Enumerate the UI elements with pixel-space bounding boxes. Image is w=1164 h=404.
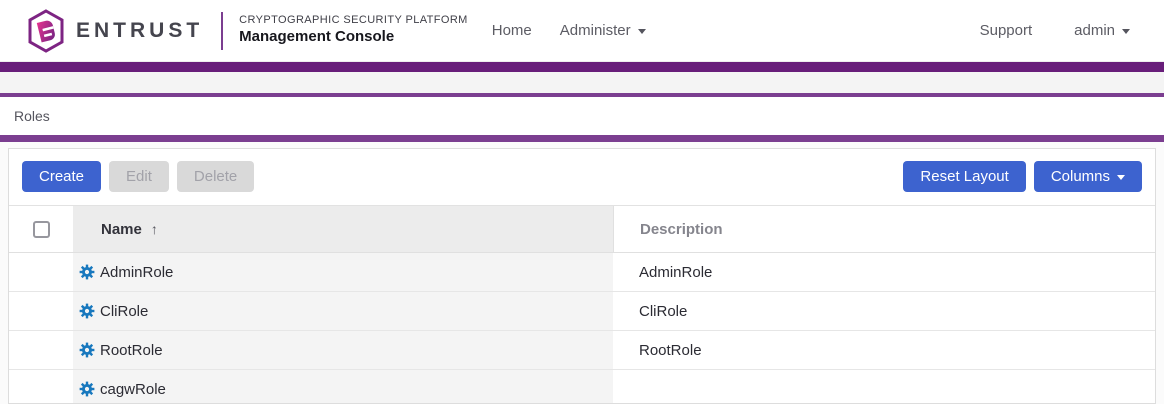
role-gear-icon [79,342,95,358]
row-checkbox-cell [9,331,73,369]
main-nav: Home Administer [492,22,646,39]
sort-ascending-icon: ↑ [151,221,158,237]
app-header: ENTRUST CRYPTOGRAPHIC SECURITY PLATFORM … [0,0,1164,62]
columns-button[interactable]: Columns [1034,161,1142,192]
column-header-name[interactable]: Name ↑ [73,206,613,252]
table-row[interactable]: AdminRole AdminRole [9,253,1155,292]
breadcrumb: Roles [0,97,1164,135]
role-gear-icon [79,264,95,280]
create-button[interactable]: Create [22,161,101,192]
product-title: CRYPTOGRAPHIC SECURITY PLATFORM Manageme… [239,14,468,47]
row-checkbox-cell [9,370,73,404]
platform-line: CRYPTOGRAPHIC SECURITY PLATFORM [239,14,468,28]
role-name: AdminRole [100,264,173,281]
role-name: cagwRole [100,381,166,398]
chevron-down-icon [1117,175,1125,180]
user-menu[interactable]: admin [1074,22,1130,39]
nav-home[interactable]: Home [492,22,532,39]
roles-panel: Create Edit Delete Reset Layout Columns … [8,148,1156,404]
page-content: Create Edit Delete Reset Layout Columns … [0,142,1164,404]
table-row[interactable]: CliRole CliRole [9,292,1155,331]
roles-toolbar: Create Edit Delete Reset Layout Columns [9,149,1155,205]
role-name: CliRole [100,303,148,320]
role-name: RootRole [100,342,163,359]
table-row[interactable]: cagwRole [9,370,1155,404]
role-gear-icon [79,381,95,397]
table-row[interactable]: RootRole RootRole [9,331,1155,370]
row-checkbox-cell [9,253,73,291]
purple-band-top [0,62,1164,72]
column-header-description[interactable]: Description [613,206,1155,252]
entrust-logo-icon [26,9,66,53]
table-header-row: Name ↑ Description [9,205,1155,253]
role-description: AdminRole [639,264,712,281]
role-description: RootRole [639,342,702,359]
product-line: Management Console [239,28,468,47]
header-checkbox-cell [9,206,73,252]
reset-layout-button[interactable]: Reset Layout [903,161,1025,192]
nav-administer[interactable]: Administer [560,22,646,39]
role-description: CliRole [639,303,687,320]
select-all-checkbox[interactable] [33,221,50,238]
header-right-nav: Support admin [980,22,1130,39]
row-checkbox-cell [9,292,73,330]
chevron-down-icon [638,29,646,34]
purple-band-bottom [0,135,1164,142]
delete-button[interactable]: Delete [177,161,254,192]
role-gear-icon [79,303,95,319]
nav-support[interactable]: Support [980,22,1033,39]
chevron-down-icon [1122,29,1130,34]
breadcrumb-roles: Roles [14,108,50,124]
brand-divider [221,12,223,50]
brand-wordmark: ENTRUST [76,19,203,43]
edit-button[interactable]: Edit [109,161,169,192]
gray-strip [0,72,1164,93]
